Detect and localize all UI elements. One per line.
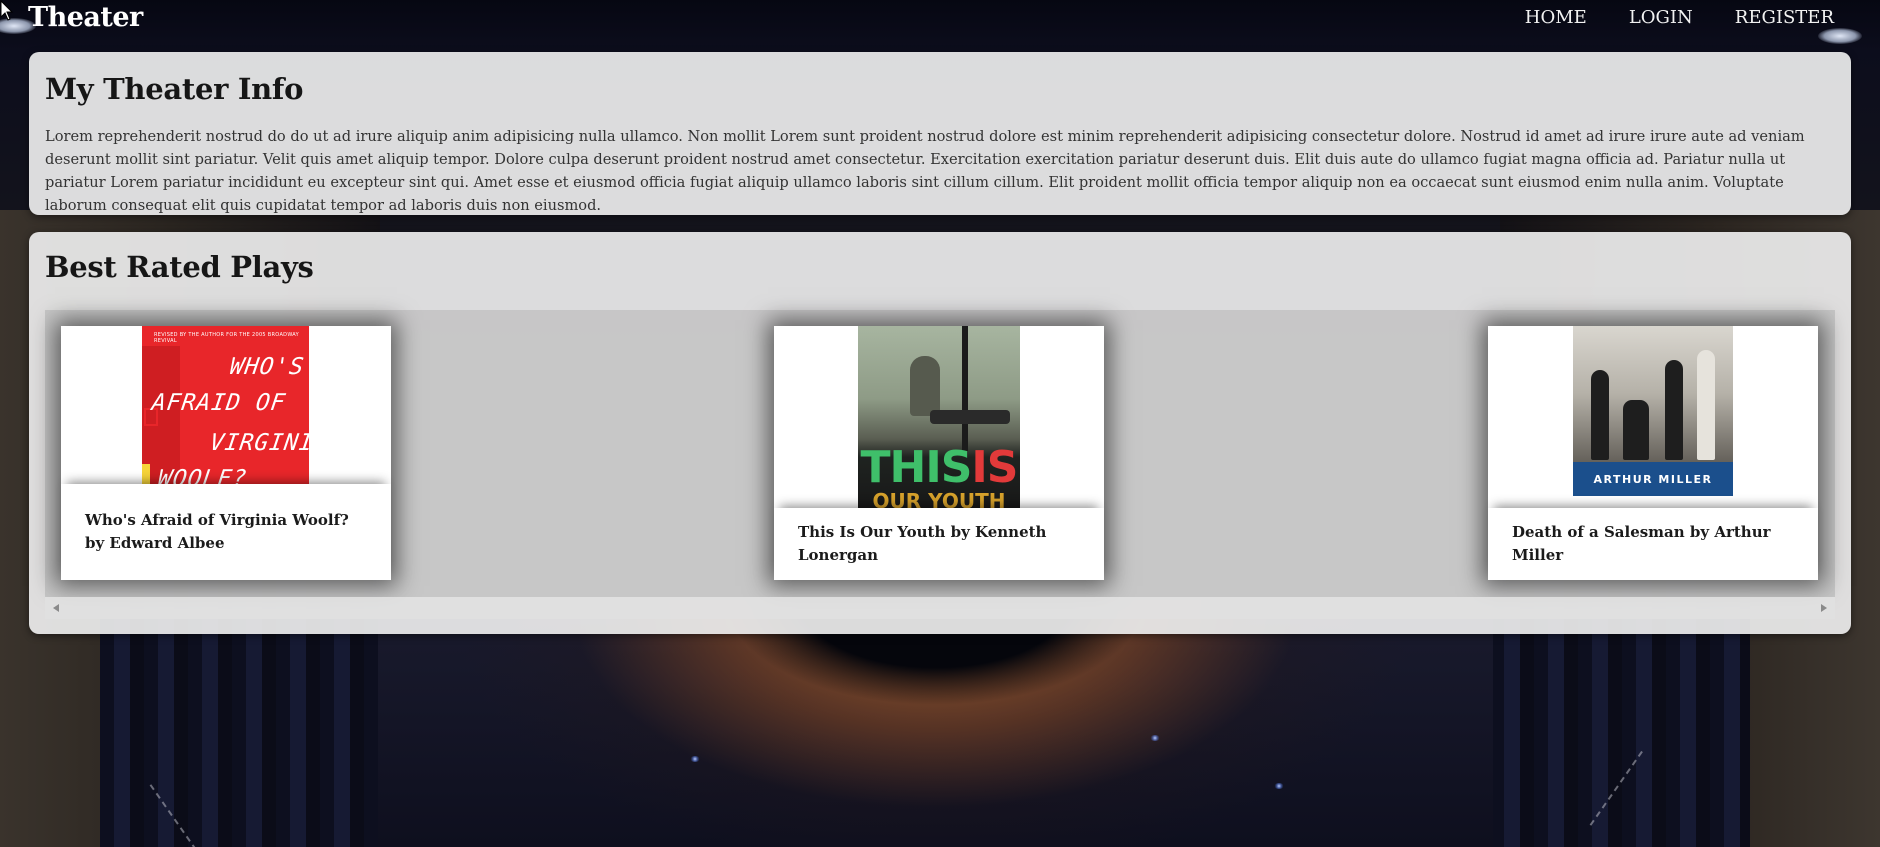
cover-title-sub: OUR YOUTH xyxy=(872,489,1006,508)
cover-yellow-shape xyxy=(142,464,150,486)
play-card[interactable]: REVISED BY THE AUTHOR FOR THE 2005 BROAD… xyxy=(61,326,391,580)
play-card-title[interactable]: This Is Our Youth by Kenneth Lonergan xyxy=(774,508,1104,580)
cover-figure xyxy=(1623,400,1649,460)
info-description: Lorem reprehenderit nostrud do do ut ad … xyxy=(45,128,1805,214)
cover-title-word: THIS xyxy=(860,442,973,493)
nav-link-home[interactable]: HOME xyxy=(1525,7,1587,28)
theater-info-panel: My Theater Info Lorem reprehenderit nost… xyxy=(29,52,1851,215)
cover-window-frame xyxy=(962,326,968,451)
play-card[interactable]: THISIS OUR YOUTH This Is Our Youth by Ke… xyxy=(774,326,1104,580)
plays-carousel[interactable]: REVISED BY THE AUTHOR FOR THE 2005 BROAD… xyxy=(45,310,1835,597)
book-cover-youth: THISIS OUR YOUTH xyxy=(858,326,1020,508)
nav-link-register[interactable]: REGISTER xyxy=(1735,7,1834,28)
scroll-right-arrow-icon[interactable] xyxy=(1821,604,1827,612)
cover-tagline: REVISED BY THE AUTHOR FOR THE 2005 BROAD… xyxy=(154,332,299,344)
info-title: My Theater Info xyxy=(45,72,304,106)
navbar: Theater HOME LOGIN REGISTER xyxy=(0,0,1880,34)
scroll-left-arrow-icon[interactable] xyxy=(53,604,59,612)
nav-link-login[interactable]: LOGIN xyxy=(1629,7,1693,28)
cover-title-line: AFRAID OF xyxy=(150,390,288,416)
background-star xyxy=(690,756,700,762)
cover-figure xyxy=(1591,370,1609,460)
nav-links: HOME LOGIN REGISTER xyxy=(1525,7,1834,28)
cover-figure-legs xyxy=(930,410,1010,424)
mouse-cursor-icon xyxy=(0,0,14,21)
play-cover-image: ARTHUR MILLER xyxy=(1488,326,1818,508)
plays-title: Best Rated Plays xyxy=(45,250,314,284)
cover-title-big: THISIS xyxy=(858,446,1020,490)
background-stage-screen xyxy=(378,600,1493,847)
carousel-scrollbar[interactable] xyxy=(45,597,1835,619)
brand-logo[interactable]: Theater xyxy=(28,2,143,33)
book-cover-salesman: ARTHUR MILLER xyxy=(1573,326,1733,496)
play-card-title[interactable]: Who's Afraid of Virginia Woolf? by Edwar… xyxy=(61,484,391,580)
background-star xyxy=(1150,735,1160,741)
cover-figure xyxy=(910,356,940,416)
play-cover-image: THISIS OUR YOUTH xyxy=(774,326,1104,508)
best-rated-plays-panel: Best Rated Plays REVISED BY THE AUTHOR F… xyxy=(29,232,1851,634)
cover-title-line: VIRGINIA xyxy=(208,430,309,456)
cover-figure xyxy=(1697,350,1715,460)
background-star xyxy=(1274,783,1284,789)
cover-figure xyxy=(1665,360,1683,460)
cover-title-line: WHO'S xyxy=(228,354,307,380)
play-card[interactable]: ARTHUR MILLER Death of a Salesman by Art… xyxy=(1488,326,1818,580)
cover-title-line: WOOLF? xyxy=(156,466,249,486)
cover-title-word: IS xyxy=(971,442,1018,493)
play-cover-image: REVISED BY THE AUTHOR FOR THE 2005 BROAD… xyxy=(61,326,391,508)
book-cover-woolf: REVISED BY THE AUTHOR FOR THE 2005 BROAD… xyxy=(142,326,309,486)
cover-author-band: ARTHUR MILLER xyxy=(1573,462,1733,496)
play-card-title[interactable]: Death of a Salesman by Arthur Miller xyxy=(1488,508,1818,580)
